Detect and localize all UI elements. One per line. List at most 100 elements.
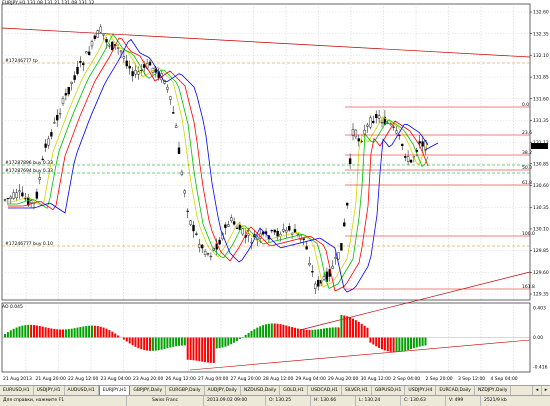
ao-bar: [410, 338, 412, 350]
ao-bar: [222, 338, 224, 348]
candle-body: [404, 156, 406, 157]
candle-body: [303, 239, 305, 240]
ao-bar: [172, 338, 174, 347]
ao-bar: [280, 324, 282, 337]
time-label: 29 Aug 04:00: [296, 376, 326, 382]
ao-bar: [149, 338, 151, 351]
price-tick-label: 129.60: [533, 270, 549, 276]
time-label: 21 Aug 20:00: [36, 376, 66, 382]
candle-body: [375, 114, 377, 118]
chart-window[interactable]: 132.60132.35132.10131.85131.60131.35131.…: [0, 0, 550, 405]
candle-body: [172, 112, 174, 113]
candle-body: [378, 116, 380, 119]
candle-body: [204, 251, 206, 255]
candle-body: [135, 70, 137, 74]
candle-body: [381, 122, 383, 123]
time-label: 26 Aug 12:00: [166, 376, 196, 382]
tab-scroll-left-icon[interactable]: ◂: [532, 386, 541, 395]
candle-body: [317, 280, 319, 286]
price-tick-label: 132.10: [533, 53, 549, 59]
tab-gbpjpy-daily[interactable]: GBPJPY,Daily: [130, 386, 166, 395]
tab-eurcad-daily[interactable]: EURCAD,Daily: [436, 386, 475, 395]
ao-bar: [85, 326, 87, 337]
time-label: 27 Aug 04:00: [198, 376, 228, 382]
osc-tick-label: 0.00: [533, 335, 543, 341]
candle-body: [236, 228, 238, 229]
ao-bar: [207, 338, 209, 363]
tab-nzdjpy-daily[interactable]: NZDJPY,Daily: [475, 386, 511, 395]
ao-bar: [169, 338, 171, 348]
ao-bar: [152, 338, 154, 351]
candle-body: [248, 234, 250, 236]
candle-body: [103, 35, 105, 36]
price-tick-label: 132.35: [533, 31, 549, 37]
ao-bar: [21, 326, 23, 338]
trend-line-upper: [2, 28, 530, 57]
ao-bar: [297, 329, 299, 338]
ao-bar: [126, 338, 128, 342]
ao-bar: [193, 338, 195, 361]
ao-bar: [248, 333, 250, 338]
ao-bar: [245, 335, 247, 338]
ao-bar: [306, 330, 308, 338]
tab-usdjpy-h1[interactable]: USDJPY,H1: [34, 386, 65, 395]
candle-body: [387, 123, 389, 124]
ao-bar: [33, 325, 35, 337]
ao-bar: [19, 326, 21, 337]
candle-body: [422, 142, 424, 147]
ao-bar: [195, 338, 197, 361]
candle-body: [309, 263, 311, 265]
ao-bar: [314, 330, 316, 338]
ao-bar: [7, 332, 9, 337]
tab-eurusd-h1[interactable]: EURUSD,H1: [0, 386, 34, 395]
candle-body: [288, 226, 290, 230]
ao-bar: [230, 338, 232, 345]
ao-bar: [367, 328, 369, 338]
candle-body: [277, 231, 279, 236]
candle-body: [285, 230, 287, 232]
candle-body: [45, 144, 47, 148]
tab-audjpy-daily[interactable]: AUDJPY,Daily: [205, 386, 241, 395]
candle-body: [193, 225, 195, 231]
tab-usdjpy-h4[interactable]: USDJPY,H4: [405, 386, 436, 395]
ao-bar: [401, 338, 403, 352]
candle-body: [233, 222, 235, 225]
ao-bar: [94, 326, 96, 338]
ao-bar: [416, 338, 418, 348]
ao-bar: [413, 338, 415, 349]
ao-bar: [355, 320, 357, 337]
tab-scroll-right-icon[interactable]: ▸: [541, 386, 550, 395]
ao-bar: [262, 325, 264, 337]
ao-bar: [320, 329, 322, 338]
tab-gbpusd-h1[interactable]: GBPUSD,H1: [372, 386, 406, 395]
ao-bar: [372, 338, 374, 345]
ao-bar: [13, 329, 15, 338]
candle-body: [346, 203, 348, 205]
trend-line-lower: [300, 272, 530, 330]
tab-eurgbp-daily[interactable]: EURGBP,Daily: [166, 386, 204, 395]
ao-bar: [390, 338, 392, 352]
tab-audusd-h1[interactable]: AUDUSD,H1: [65, 386, 99, 395]
ao-bar: [323, 328, 325, 337]
price-chart[interactable]: 132.60132.35132.10131.85131.60131.35131.…: [0, 0, 550, 385]
candle-body: [56, 115, 58, 120]
candle-body: [50, 132, 52, 136]
candle-body: [390, 124, 392, 125]
order-label: #17246777 tp: [5, 58, 38, 64]
ao-bar: [213, 338, 215, 363]
candle-body: [16, 193, 18, 198]
ao-bar: [346, 316, 348, 337]
tab-silver-h1[interactable]: SILVER,H1: [342, 386, 372, 395]
tab-usdcad-h1[interactable]: USDCAD,H1: [308, 386, 342, 395]
ao-bar: [419, 338, 421, 347]
candle-body: [407, 157, 409, 162]
tab-gold-h1[interactable]: GOLD,H1: [280, 386, 308, 395]
candle-body: [100, 27, 102, 32]
ao-bar: [146, 338, 148, 351]
price-tick-label: 131.85: [533, 75, 549, 81]
ao-bar: [175, 338, 177, 347]
candle-body: [297, 233, 299, 234]
ao-bar: [117, 335, 119, 337]
tab-nzdusd-daily[interactable]: NZDUSD,Daily: [241, 386, 280, 395]
ao-bar: [108, 330, 110, 337]
